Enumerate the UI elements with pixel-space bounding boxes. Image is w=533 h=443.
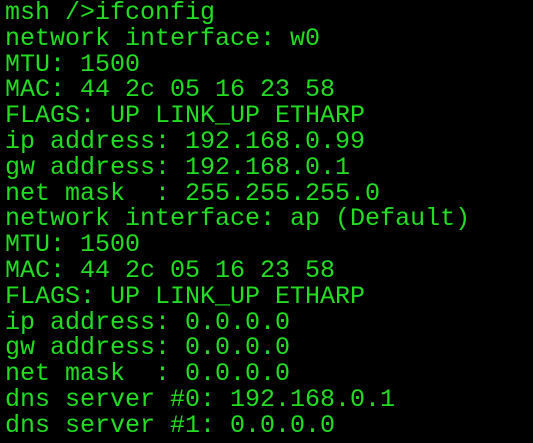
flags-line: FLAGS: UP LINK_UP ETHARP — [5, 281, 366, 311]
gw-address-line: gw address: 0.0.0.0 — [5, 333, 291, 363]
mtu-line: MTU: 1500 — [5, 49, 141, 79]
net-mask-line: net mask : 0.0.0.0 — [5, 359, 291, 389]
terminal-window[interactable]: msh />ifconfig network interface: w0 MTU… — [0, 0, 533, 443]
command-line: msh />ifconfig — [5, 0, 216, 27]
ip-address-line: ip address: 192.168.0.99 — [5, 126, 366, 156]
dns-server-line: dns server #0: 192.168.0.1 — [5, 384, 396, 414]
gw-address-line: gw address: 192.168.0.1 — [5, 152, 351, 182]
net-mask-line: net mask : 255.255.255.0 — [5, 178, 381, 208]
flags-line: FLAGS: UP LINK_UP ETHARP — [5, 101, 366, 131]
mac-line: MAC: 44 2c 05 16 23 58 — [5, 255, 336, 285]
dns-server-line: dns server #1: 0.0.0.0 — [5, 410, 336, 440]
mac-line: MAC: 44 2c 05 16 23 58 — [5, 75, 336, 105]
ip-address-line: ip address: 0.0.0.0 — [5, 307, 291, 337]
mtu-line: MTU: 1500 — [5, 230, 141, 260]
interface-header-ap: network interface: ap (Default) — [5, 204, 471, 234]
interface-header-w0: network interface: w0 — [5, 23, 321, 53]
